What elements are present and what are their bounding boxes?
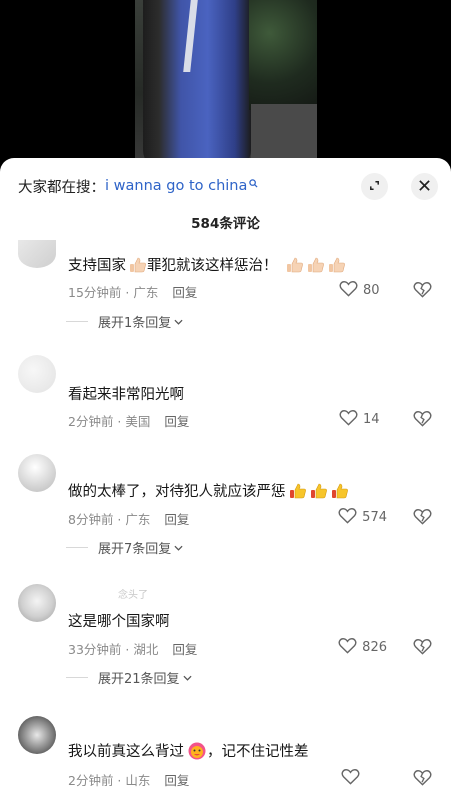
like-count: 14: [363, 412, 380, 427]
broken-heart-icon: [413, 411, 432, 431]
reply-button[interactable]: 回复: [164, 773, 189, 788]
comment-text-main: 支持国家: [68, 258, 126, 274]
comment-meta: 2分钟前 · 山东 回复: [68, 773, 190, 788]
video-frame: [135, 0, 317, 170]
thumbs-up-light-icon: [328, 256, 346, 274]
reply-button[interactable]: 回复: [164, 414, 189, 429]
trending-search-prefix: 大家都在搜：: [18, 179, 105, 196]
comment-meta: 15分钟前 · 广东 回复: [68, 285, 198, 300]
expand-button[interactable]: [361, 173, 388, 200]
close-icon: [418, 177, 431, 196]
heart-icon: [338, 507, 357, 528]
dislike-button[interactable]: [413, 638, 432, 659]
trending-search[interactable]: 大家都在搜： i wanna go to china: [18, 174, 258, 198]
expand-replies-button[interactable]: 展开7条回复: [66, 538, 183, 557]
comment-time: 2分钟前: [68, 414, 114, 429]
broken-heart-icon: [413, 639, 432, 659]
comment-username[interactable]: 念头了: [118, 586, 148, 601]
thumbs-up-yellow-icon: [331, 482, 349, 500]
avatar[interactable]: [18, 355, 56, 393]
thumbs-up-yellow-icon: [310, 482, 328, 500]
chevron-down-icon: [174, 314, 183, 329]
person-figure: [143, 0, 251, 170]
comment-location: 山东: [125, 773, 151, 788]
broken-heart-icon: [413, 509, 432, 529]
comment-text: 看起来非常阳光啊: [68, 387, 184, 403]
reply-button[interactable]: 回复: [164, 512, 189, 527]
dislike-button[interactable]: [413, 769, 432, 790]
comment-time: 33分钟前: [68, 642, 122, 657]
expand-replies-label: 展开7条回复: [98, 542, 172, 557]
like-button[interactable]: 826: [338, 637, 387, 658]
dislike-button[interactable]: [413, 281, 432, 302]
divider: [66, 547, 88, 548]
comment-location: 广东: [133, 285, 159, 300]
comment-time: 15分钟前: [68, 285, 122, 300]
like-button[interactable]: 14: [339, 409, 387, 430]
comment-meta: 33分钟前 · 湖北 回复: [68, 642, 198, 657]
comment-text: 我以前真这么背过 ，记不住记性差: [68, 740, 309, 761]
comment-meta: 2分钟前 · 美国 回复: [68, 414, 190, 429]
chevron-down-icon: [183, 670, 192, 685]
like-button[interactable]: 574: [338, 507, 387, 528]
comment-time: 8分钟前: [68, 512, 114, 527]
thumbs-up-light-icon: [129, 256, 147, 274]
broken-heart-icon: [413, 770, 432, 790]
comment-meta: 8分钟前 · 广东 回复: [68, 512, 190, 527]
avatar[interactable]: [18, 240, 56, 268]
expand-replies-label: 展开1条回复: [98, 316, 172, 331]
background-foliage: [249, 0, 317, 110]
comment-text-main: 我以前真这么背过: [68, 744, 184, 760]
dislike-button[interactable]: [413, 410, 432, 431]
comment-sheet: 大家都在搜： i wanna go to china 584条评论 支持国家 罪…: [0, 158, 451, 800]
divider: [66, 677, 88, 678]
heart-icon: [338, 637, 357, 658]
thumbs-up-light-icon: [286, 256, 304, 274]
heart-icon: [339, 409, 358, 430]
broken-heart-icon: [413, 282, 432, 302]
reply-button[interactable]: 回复: [172, 285, 197, 300]
reply-button[interactable]: 回复: [172, 642, 197, 657]
comment-text: 这是哪个国家啊: [68, 614, 170, 630]
like-count: 574: [362, 510, 387, 525]
avatar[interactable]: [18, 454, 56, 492]
chevron-down-icon: [174, 540, 183, 555]
comment-text: 支持国家 罪犯就该这样惩治！: [68, 254, 346, 275]
search-icon: [249, 176, 258, 188]
expand-replies-button[interactable]: 展开21条回复: [66, 668, 192, 687]
divider: [66, 321, 88, 322]
dislike-button[interactable]: [413, 508, 432, 529]
comment-location: 湖北: [133, 642, 159, 657]
heart-icon: [339, 280, 358, 301]
comment-text-main: 做的太棒了，对待犯人就应该严惩: [68, 484, 286, 500]
hot-face-icon: [187, 741, 207, 761]
comment-text-tail: ，记不住记性差: [207, 744, 309, 760]
trending-search-query[interactable]: i wanna go to china: [105, 178, 247, 194]
comment-text: 做的太棒了，对待犯人就应该严惩: [68, 480, 349, 501]
close-button[interactable]: [411, 173, 438, 200]
comment-text-tail: 罪犯就该这样惩治！: [147, 258, 278, 274]
like-count: 80: [363, 283, 380, 298]
comment-location: 美国: [125, 414, 151, 429]
expand-replies-button[interactable]: 展开1条回复: [66, 312, 183, 331]
comment-time: 2分钟前: [68, 773, 114, 788]
comment-count-title: 584条评论: [191, 216, 260, 232]
like-count: 826: [362, 640, 387, 655]
like-button[interactable]: 80: [339, 280, 387, 301]
comment-location: 广东: [125, 512, 151, 527]
avatar[interactable]: [18, 584, 56, 622]
thumbs-up-yellow-icon: [289, 482, 307, 500]
avatar[interactable]: [18, 716, 56, 754]
video-player[interactable]: [0, 0, 451, 170]
expand-icon: [368, 177, 381, 196]
expand-replies-label: 展开21条回复: [98, 672, 180, 687]
heart-icon: [341, 768, 360, 789]
like-button[interactable]: [341, 768, 389, 789]
thumbs-up-light-icon: [307, 256, 325, 274]
